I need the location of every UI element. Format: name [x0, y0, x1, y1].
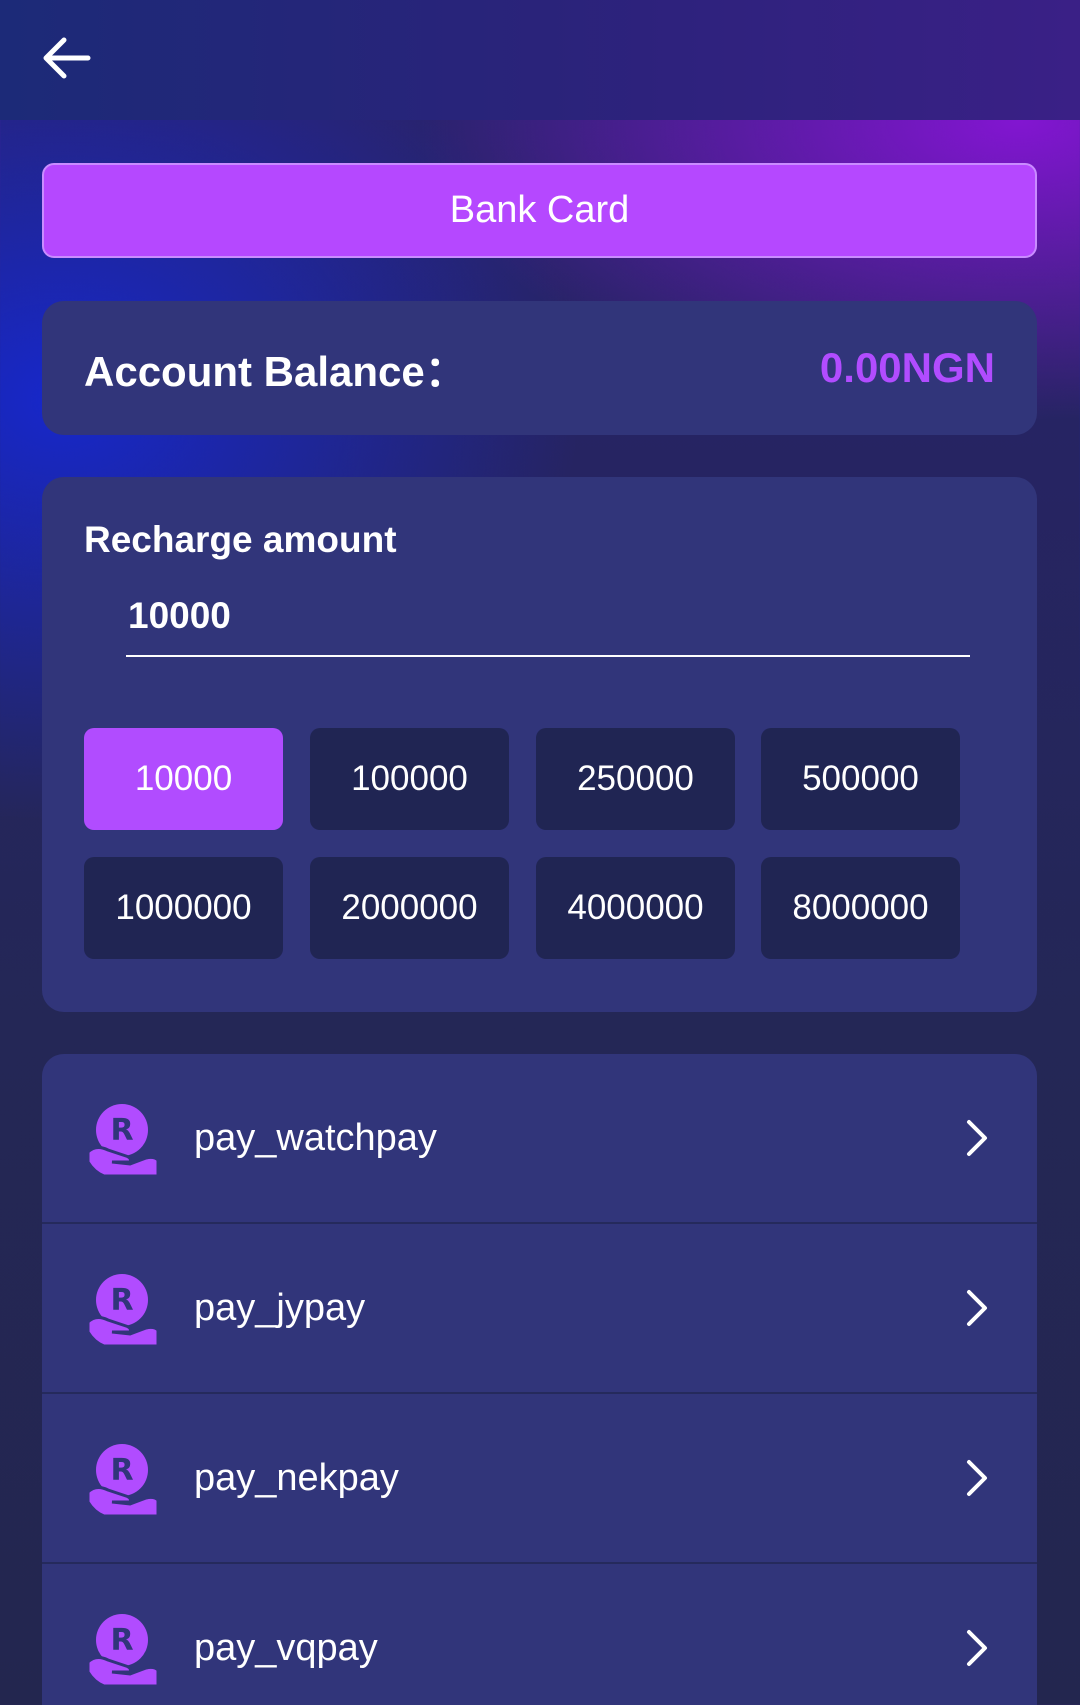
hand-coin-icon: R	[86, 1104, 160, 1176]
payment-channel-item[interactable]: R pay_jypay	[42, 1224, 1037, 1392]
svg-text:R: R	[110, 1453, 133, 1488]
payment-channel-label: pay_nekpay	[194, 1456, 399, 1499]
amount-chip[interactable]: 4000000	[536, 857, 735, 959]
payment-channel-label: pay_watchpay	[194, 1116, 437, 1159]
hand-coin-icon: R	[86, 1274, 160, 1346]
top-bar	[0, 0, 1080, 120]
chevron-right-icon	[967, 1290, 987, 1326]
back-button[interactable]	[36, 30, 100, 86]
bank-card-tab[interactable]: Bank Card	[42, 163, 1037, 258]
svg-text:R: R	[110, 1623, 133, 1658]
recharge-title: Recharge amount	[84, 519, 397, 560]
chevron-right-icon	[967, 1120, 987, 1156]
balance-value: 0.00NGN	[819, 344, 995, 391]
payment-channel-item[interactable]: R pay_vqpay	[42, 1564, 1037, 1705]
hand-coin-icon: R	[86, 1444, 160, 1516]
balance-card: Account Balance： 0.00NGN	[42, 301, 1037, 435]
recharge-card: Recharge amount 10000 100000 250000 5000…	[42, 477, 1037, 1012]
amount-chip[interactable]: 250000	[536, 728, 735, 830]
chevron-right-icon	[967, 1630, 987, 1666]
payment-channel-label: pay_vqpay	[194, 1626, 378, 1669]
amount-chip[interactable]: 2000000	[310, 857, 509, 959]
hand-coin-icon: R	[86, 1614, 160, 1686]
amount-chip[interactable]: 100000	[310, 728, 509, 830]
svg-text:R: R	[110, 1113, 133, 1148]
payment-channel-list: R pay_watchpay R pay_jypay R pay_nekpay	[42, 1054, 1037, 1705]
svg-text:R: R	[110, 1283, 133, 1318]
amount-input[interactable]	[126, 577, 970, 657]
payment-channel-label: pay_jypay	[194, 1286, 366, 1329]
payment-channel-item[interactable]: R pay_nekpay	[42, 1394, 1037, 1562]
amount-chip[interactable]: 8000000	[761, 857, 960, 959]
payment-channel-item[interactable]: R pay_watchpay	[42, 1054, 1037, 1222]
chevron-right-icon	[967, 1460, 987, 1496]
amount-chip[interactable]: 10000	[84, 728, 283, 830]
amount-chip[interactable]: 500000	[761, 728, 960, 830]
balance-label: Account Balance：	[84, 347, 467, 395]
arrow-left-icon	[43, 37, 91, 79]
amount-chip[interactable]: 1000000	[84, 857, 283, 959]
